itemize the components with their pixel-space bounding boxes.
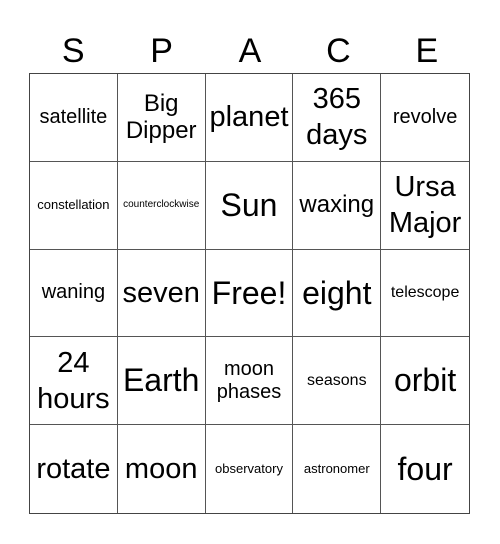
bingo-cell[interactable]: telescope [381,250,469,338]
bingo-cell-text: waxing [299,191,375,219]
bingo-cell-text: 365 days [306,83,368,152]
bingo-cell[interactable]: 365 days [293,74,382,162]
bingo-cell[interactable]: waxing [293,161,382,250]
bingo-cell[interactable]: revolve [381,74,469,162]
bingo-cell-text: planet [209,101,289,134]
bingo-cell-text: seasons [306,371,367,389]
bingo-cell-text: Sun [220,186,278,223]
bingo-cell[interactable]: satellite [30,74,118,162]
bingo-cell-text: Earth [122,362,200,399]
bingo-cell[interactable]: seasons [293,337,382,426]
header-letter-a: A [238,32,262,70]
bingo-cell[interactable]: Free! [205,249,294,338]
bingo-cell-text: constellation [37,196,110,212]
bingo-cell-text: satellite [39,105,108,128]
bingo-cell-text: orbit [393,362,457,399]
bingo-cell-text: moon phases [216,357,282,403]
header-letter-s: S [61,32,85,70]
header-letter-e: E [415,32,439,70]
bingo-cell-text: rotate [36,452,111,485]
bingo-cell[interactable]: Big Dipper [117,74,206,162]
bingo-cell-text: observatory [215,460,283,476]
bingo-cell[interactable]: waning [30,249,118,338]
bingo-cell[interactable]: astronomer [293,425,382,513]
bingo-cell[interactable]: seven [117,249,206,338]
bingo-cell[interactable]: moon [118,425,206,513]
bingo-cell[interactable]: rotate [30,425,118,513]
bingo-cell-text: counterclockwise [123,199,200,211]
bingo-cell[interactable]: four [381,425,469,513]
header-letter-p: P [150,32,173,70]
bingo-cell[interactable]: Ursa Major [381,162,469,250]
bingo-cell-text: 24 hours [37,346,110,415]
bingo-cell[interactable]: eight [293,249,382,338]
bingo-header: S P A C E [29,30,471,72]
bingo-cell-text: Big Dipper [125,89,197,145]
bingo-cell[interactable]: constellation [30,161,118,250]
bingo-cell[interactable]: Sun [205,161,294,250]
bingo-cell[interactable]: observatory [206,425,294,513]
bingo-cell-text: telescope [390,283,460,301]
bingo-cell[interactable]: counterclockwise [117,161,206,250]
bingo-cell-text: revolve [392,105,458,128]
bingo-cell-text: moon [124,452,198,485]
bingo-cell-text: seven [122,276,200,309]
bingo-cell[interactable]: orbit [381,337,469,426]
bingo-cell-text: Free! [211,274,287,311]
bingo-cell-text: astronomer [303,460,370,476]
bingo-cell[interactable]: 24 hours [30,337,118,426]
bingo-cell-text: eight [302,274,372,311]
header-letter-c: C [326,32,351,70]
bingo-cell[interactable]: planet [205,74,294,162]
bingo-grid: satellite Big Dipper planet 365 days revolve… [29,73,470,514]
bingo-cell[interactable]: moon phases [205,337,294,426]
bingo-cell-text: four [397,450,453,487]
bingo-cell-text: Ursa Major [388,170,462,240]
bingo-cell-text: waning [41,281,106,304]
bingo-cell[interactable]: Earth [117,337,206,426]
